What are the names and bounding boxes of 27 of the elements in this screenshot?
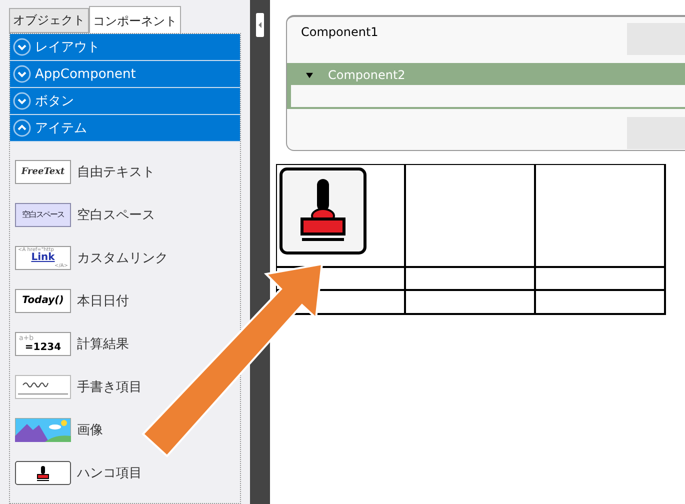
icon-text: Today() bbox=[22, 295, 64, 306]
icon-text: 空白スペース bbox=[22, 209, 64, 220]
item-label: カスタムリンク bbox=[77, 250, 168, 266]
category-header[interactable]: AppComponent bbox=[10, 61, 240, 88]
icon-text: Link bbox=[31, 252, 55, 262]
landscape-image-icon bbox=[15, 418, 71, 442]
item-label: 本日日付 bbox=[77, 292, 129, 310]
component-title: Component1 bbox=[300, 24, 378, 41]
icon-text: =1234 bbox=[24, 342, 62, 352]
collapse-panel-icon[interactable] bbox=[256, 13, 264, 37]
component-title: Component2 bbox=[328, 68, 406, 82]
item-label: 画像 bbox=[77, 422, 103, 438]
expanded-triangle-icon[interactable] bbox=[305, 72, 314, 78]
icon-text: FreeText bbox=[21, 166, 65, 176]
category-header[interactable]: レイアウト bbox=[10, 34, 240, 61]
panel-tab[interactable]: コンポーネント bbox=[89, 6, 181, 33]
item-label: 自由テキスト bbox=[77, 164, 155, 180]
category-header[interactable]: ボタン bbox=[10, 88, 240, 115]
item-label: 空白スペース bbox=[77, 206, 155, 224]
item-label: 計算結果 bbox=[77, 336, 129, 352]
stamp-icon bbox=[15, 460, 71, 484]
item-label: 手書き項目 bbox=[77, 378, 142, 396]
panel-tab[interactable]: オブジェクト bbox=[9, 8, 89, 33]
placeholder-block bbox=[627, 117, 685, 149]
item-label: ハンコ項目 bbox=[77, 464, 142, 482]
category-header[interactable]: アイテム bbox=[10, 115, 240, 142]
handwriting-icon bbox=[15, 374, 71, 398]
